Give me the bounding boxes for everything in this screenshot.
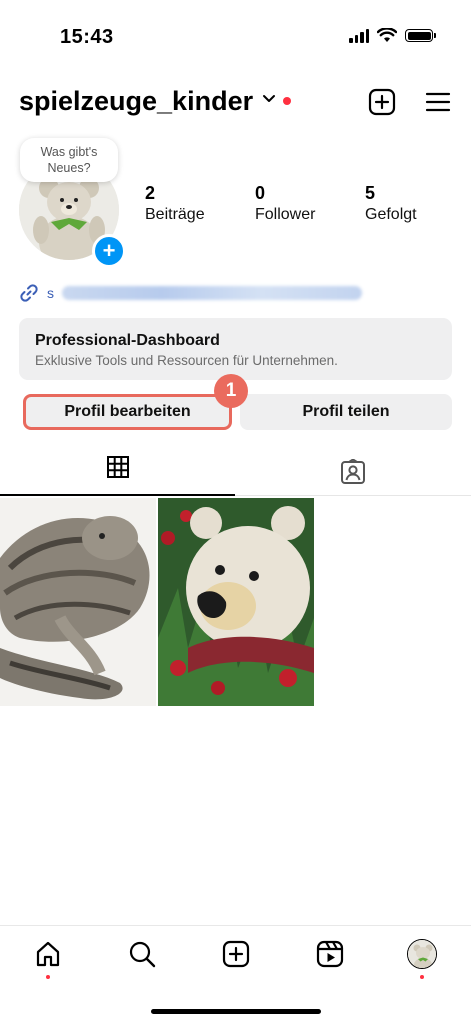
- teddy-bear-photo: [158, 498, 314, 706]
- bottom-nav-divider: [0, 925, 471, 926]
- home-indicator: [151, 1009, 321, 1014]
- professional-dashboard[interactable]: Professional-Dashboard Exklusive Tools u…: [19, 318, 452, 380]
- tab-divider: [235, 495, 471, 496]
- stat-followers-label: Follower: [255, 206, 316, 223]
- stat-following[interactable]: 5 Gefolgt: [365, 183, 417, 224]
- notification-dot: [283, 97, 291, 105]
- step-marker: 1: [214, 374, 248, 408]
- search-icon[interactable]: [128, 940, 156, 968]
- profile-avatar-image: [408, 940, 436, 968]
- add-post-icon[interactable]: [368, 88, 396, 116]
- grid-icon[interactable]: [106, 455, 130, 479]
- stat-followers-value: 0: [255, 183, 266, 203]
- wifi-icon: [377, 28, 397, 42]
- add-story-button[interactable]: +: [92, 234, 126, 268]
- status-icons: [349, 28, 436, 43]
- status-time: 15:43: [60, 26, 114, 48]
- tab-active-indicator: [0, 494, 235, 496]
- link-blurred: [62, 286, 362, 300]
- profile-avatar[interactable]: [407, 939, 437, 969]
- edit-profile-button[interactable]: Profil bearbeiten: [23, 394, 232, 430]
- stat-posts-value: 2: [145, 183, 156, 203]
- signal-icon: [349, 28, 369, 43]
- link-icon: [20, 284, 38, 302]
- tagged-icon[interactable]: [340, 459, 366, 485]
- chevron-down-icon[interactable]: [262, 94, 276, 104]
- stat-following-value: 5: [365, 183, 376, 203]
- dashboard-subtitle: Exklusive Tools und Ressourcen für Unter…: [35, 353, 338, 368]
- create-icon[interactable]: [222, 940, 250, 968]
- reels-icon[interactable]: [316, 940, 344, 968]
- menu-icon[interactable]: [425, 92, 451, 112]
- link-text[interactable]: s: [47, 285, 54, 301]
- post-thumbnail[interactable]: [0, 498, 156, 706]
- profile-notification-dot: [420, 975, 424, 979]
- stat-posts[interactable]: 2 Beiträge: [145, 183, 205, 224]
- home-notification-dot: [46, 975, 50, 979]
- share-profile-button[interactable]: Profil teilen: [240, 394, 452, 430]
- stat-posts-label: Beiträge: [145, 206, 205, 223]
- stat-followers[interactable]: 0 Follower: [255, 183, 315, 224]
- profile-link[interactable]: s: [19, 283, 362, 303]
- note-bubble[interactable]: Was gibt's Neues?: [20, 138, 118, 182]
- home-icon[interactable]: [34, 940, 62, 968]
- battery-icon: [405, 29, 436, 42]
- post-thumbnail[interactable]: [158, 498, 314, 706]
- profile-username[interactable]: spielzeuge_kinder: [19, 86, 253, 117]
- stat-following-label: Gefolgt: [365, 206, 417, 223]
- dashboard-title: Professional-Dashboard: [35, 332, 220, 349]
- cat-toy-image: [0, 498, 156, 706]
